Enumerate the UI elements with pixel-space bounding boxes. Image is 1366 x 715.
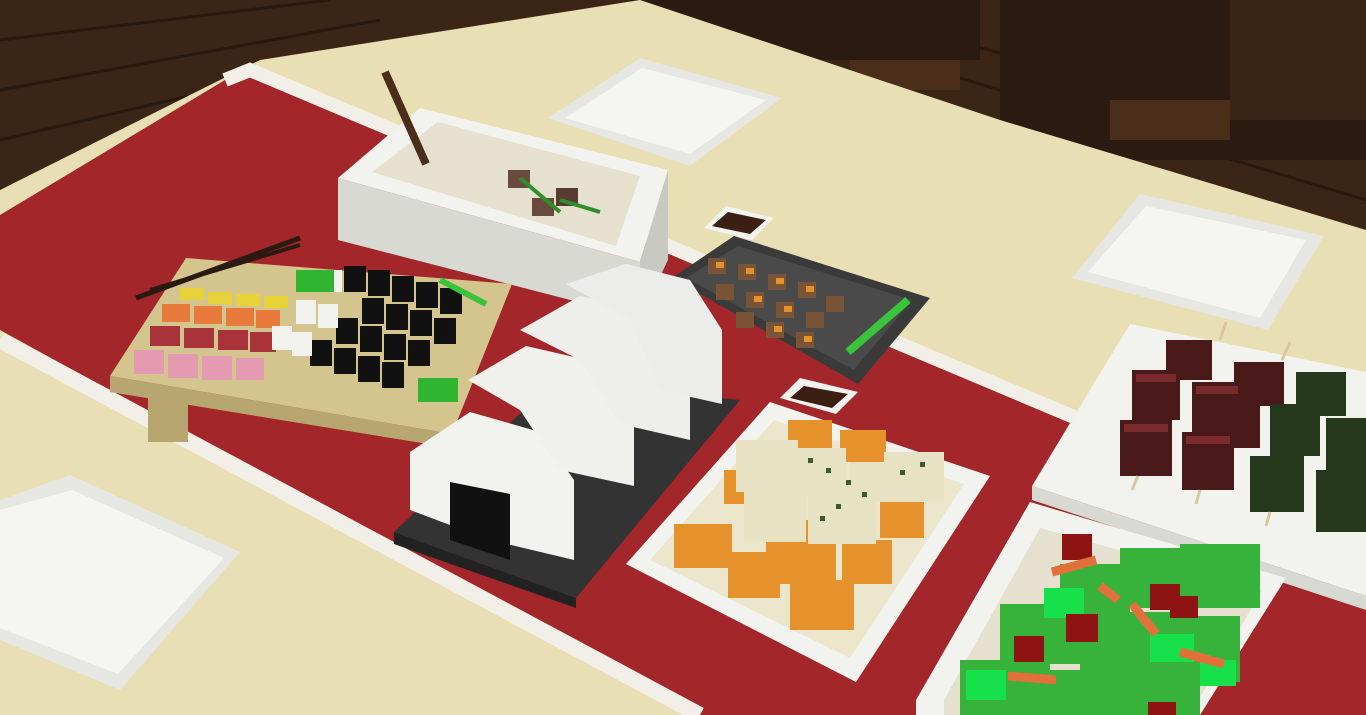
game-viewport [0,0,1366,715]
voxel-scene [0,0,1366,715]
chair-right [1000,0,1366,160]
wasabi-bottom [418,378,458,402]
wasabi-top [296,270,334,292]
